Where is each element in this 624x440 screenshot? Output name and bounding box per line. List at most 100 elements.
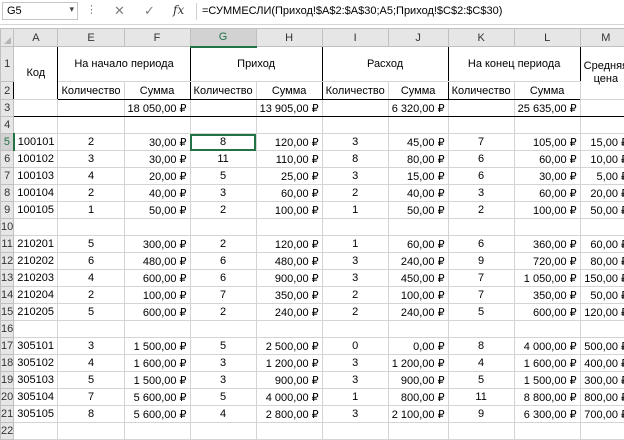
cell-m[interactable]: 500,00 ₽ xyxy=(580,338,624,355)
cell-l[interactable]: 8 800,00 ₽ xyxy=(514,389,580,406)
cell-j[interactable]: 60,00 ₽ xyxy=(388,236,448,253)
cell-g[interactable]: 11 xyxy=(190,151,256,168)
cell-e[interactable]: 6 xyxy=(58,253,124,270)
cell-l[interactable]: 60,00 ₽ xyxy=(514,151,580,168)
cell-f[interactable]: 1 500,00 ₽ xyxy=(124,338,190,355)
cell-k[interactable]: 8 xyxy=(448,338,514,355)
empty-cell[interactable] xyxy=(256,219,322,236)
header-code[interactable]: Код xyxy=(14,47,58,100)
row-header[interactable]: 18 xyxy=(1,355,14,372)
cell-m[interactable]: 700,00 ₽ xyxy=(580,406,624,423)
empty-cell[interactable] xyxy=(388,117,448,134)
row-header[interactable]: 9 xyxy=(1,202,14,219)
check-icon[interactable]: ✓ xyxy=(144,3,155,19)
row-header[interactable]: 5 xyxy=(1,134,14,151)
row-header[interactable]: 8 xyxy=(1,185,14,202)
empty-cell[interactable] xyxy=(514,219,580,236)
cell-a[interactable]: 305102 xyxy=(14,355,58,372)
total-cell-k[interactable] xyxy=(448,100,514,117)
cell-h[interactable]: 120,00 ₽ xyxy=(256,236,322,253)
header-income-qty[interactable]: Количество xyxy=(190,82,256,100)
column-header-f[interactable]: F xyxy=(124,29,190,47)
row-header[interactable]: 22 xyxy=(1,423,14,440)
cell-l[interactable]: 720,00 ₽ xyxy=(514,253,580,270)
cell-m[interactable]: 60,00 ₽ xyxy=(580,236,624,253)
cell-k[interactable]: 5 xyxy=(448,304,514,321)
column-header-k[interactable]: K xyxy=(448,29,514,47)
row-header[interactable]: 7 xyxy=(1,168,14,185)
empty-cell[interactable] xyxy=(190,219,256,236)
cell-f[interactable]: 40,00 ₽ xyxy=(124,185,190,202)
total-cell-e[interactable] xyxy=(58,100,124,117)
cell-h[interactable]: 240,00 ₽ xyxy=(256,304,322,321)
cell-e[interactable]: 5 xyxy=(58,304,124,321)
header-income[interactable]: Приход xyxy=(190,47,322,82)
empty-cell[interactable] xyxy=(58,117,124,134)
cell-h[interactable]: 2 800,00 ₽ xyxy=(256,406,322,423)
empty-cell[interactable] xyxy=(448,117,514,134)
header-start-qty[interactable]: Количество xyxy=(58,82,124,100)
cell-l[interactable]: 105,00 ₽ xyxy=(514,134,580,151)
cell-g[interactable]: 5 xyxy=(190,389,256,406)
row-header[interactable]: 12 xyxy=(1,253,14,270)
header-expense-sum[interactable]: Сумма xyxy=(388,82,448,100)
cell-f[interactable]: 480,00 ₽ xyxy=(124,253,190,270)
column-header-h[interactable]: H xyxy=(256,29,322,47)
cell-e[interactable]: 4 xyxy=(58,168,124,185)
cell-e[interactable]: 1 xyxy=(58,202,124,219)
cell-j[interactable]: 50,00 ₽ xyxy=(388,202,448,219)
cell-i[interactable]: 3 xyxy=(322,372,388,389)
cell-f[interactable]: 100,00 ₽ xyxy=(124,287,190,304)
empty-cell[interactable] xyxy=(448,321,514,338)
cell-m[interactable]: 15,00 ₽ xyxy=(580,134,624,151)
cell-i[interactable]: 3 xyxy=(322,253,388,270)
cell-j[interactable]: 15,00 ₽ xyxy=(388,168,448,185)
cell-k[interactable]: 6 xyxy=(448,236,514,253)
cell-h[interactable]: 120,00 ₽ xyxy=(256,134,322,151)
cell-m[interactable]: 300,00 ₽ xyxy=(580,372,624,389)
cell-g[interactable]: 5 xyxy=(190,338,256,355)
close-icon[interactable]: ✕ xyxy=(114,3,125,19)
name-box[interactable]: G5 ▾ xyxy=(2,2,78,20)
cell-i[interactable]: 1 xyxy=(322,389,388,406)
cell-l[interactable]: 4 000,00 ₽ xyxy=(514,338,580,355)
cell-j[interactable]: 240,00 ₽ xyxy=(388,253,448,270)
cell-k[interactable]: 11 xyxy=(448,389,514,406)
total-cell-j[interactable]: 6 320,00 ₽ xyxy=(388,100,448,117)
cell-a[interactable]: 210202 xyxy=(14,253,58,270)
cell-a[interactable]: 305105 xyxy=(14,406,58,423)
cell-g[interactable]: 4 xyxy=(190,406,256,423)
header-expense-qty[interactable]: Количество xyxy=(322,82,388,100)
header-average-price[interactable]: Средняя цена xyxy=(580,47,624,100)
empty-cell[interactable] xyxy=(322,423,388,440)
cell-i[interactable]: 2 xyxy=(322,287,388,304)
chevron-down-icon[interactable]: ▾ xyxy=(69,4,74,15)
empty-cell[interactable] xyxy=(124,117,190,134)
cell-k[interactable]: 3 xyxy=(448,185,514,202)
cell-g[interactable]: 6 xyxy=(190,253,256,270)
cell-l[interactable]: 30,00 ₽ xyxy=(514,168,580,185)
cell-i[interactable]: 3 xyxy=(322,406,388,423)
empty-cell[interactable] xyxy=(124,423,190,440)
empty-cell[interactable] xyxy=(256,321,322,338)
cell-l[interactable]: 360,00 ₽ xyxy=(514,236,580,253)
cell-e[interactable]: 2 xyxy=(58,287,124,304)
cell-e[interactable]: 4 xyxy=(58,270,124,287)
header-start-period[interactable]: На начало периода xyxy=(58,47,190,82)
empty-cell[interactable] xyxy=(14,117,58,134)
row-header[interactable]: 4 xyxy=(1,117,14,134)
cell-a[interactable]: 305101 xyxy=(14,338,58,355)
empty-cell[interactable] xyxy=(58,219,124,236)
row-header[interactable]: 11 xyxy=(1,236,14,253)
cell-k[interactable]: 7 xyxy=(448,287,514,304)
cell-g[interactable]: 8 xyxy=(190,134,256,151)
cell-e[interactable]: 5 xyxy=(58,236,124,253)
cell-h[interactable]: 4 000,00 ₽ xyxy=(256,389,322,406)
cell-l[interactable]: 350,00 ₽ xyxy=(514,287,580,304)
cell-j[interactable]: 45,00 ₽ xyxy=(388,134,448,151)
row-header[interactable]: 6 xyxy=(1,151,14,168)
cell-e[interactable]: 3 xyxy=(58,151,124,168)
empty-cell[interactable] xyxy=(190,321,256,338)
cell-m[interactable]: 5,00 ₽ xyxy=(580,168,624,185)
cell-g[interactable]: 3 xyxy=(190,185,256,202)
